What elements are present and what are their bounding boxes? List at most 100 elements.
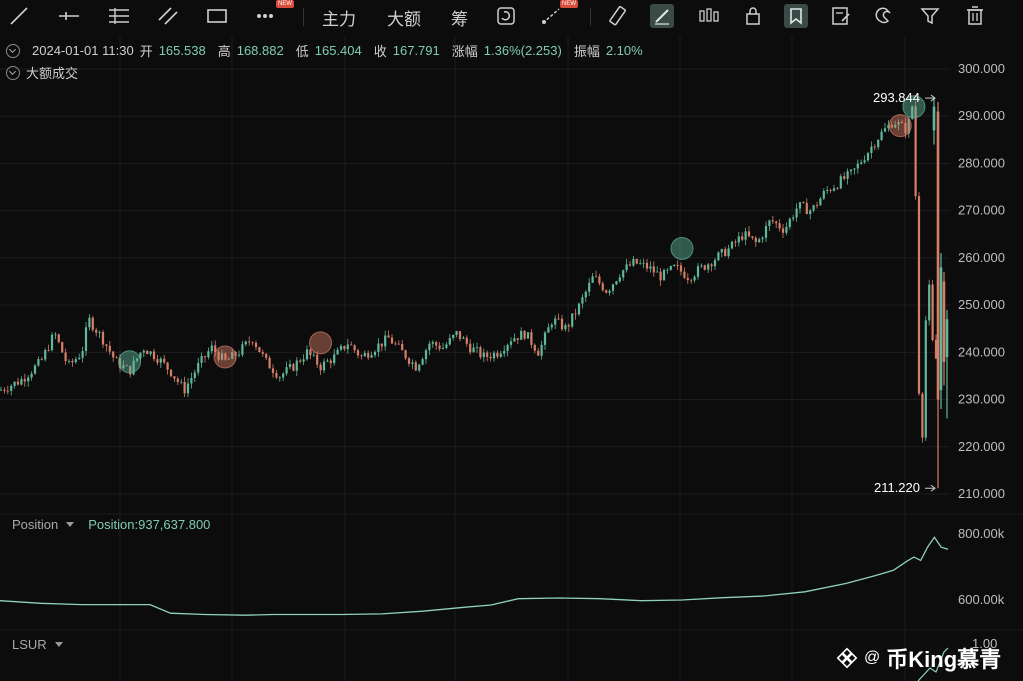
open-label: 开 bbox=[139, 44, 153, 59]
candle-body bbox=[530, 332, 533, 345]
candle-body bbox=[598, 276, 601, 284]
candle-body bbox=[550, 324, 553, 328]
candle-body bbox=[591, 276, 594, 283]
candle-body bbox=[649, 266, 652, 269]
candle-body bbox=[839, 176, 842, 189]
candle-body bbox=[615, 281, 618, 285]
watermark-text: 币King慕青 bbox=[886, 647, 1002, 672]
candle-body bbox=[713, 260, 717, 267]
candle-body bbox=[441, 347, 445, 349]
candle-body bbox=[877, 139, 880, 148]
candle-body bbox=[367, 353, 370, 358]
candle-body bbox=[686, 277, 689, 280]
collapse-chevron-icon[interactable] bbox=[6, 43, 20, 58]
candle-body bbox=[445, 344, 448, 348]
candle-body bbox=[84, 327, 88, 352]
candle-body bbox=[67, 360, 71, 362]
candle-body bbox=[401, 343, 404, 351]
candle-body bbox=[377, 343, 380, 352]
open-value: 165.538 bbox=[158, 43, 206, 58]
candle-body bbox=[186, 383, 190, 394]
candle-body bbox=[567, 325, 570, 327]
candle-body bbox=[503, 350, 506, 354]
candle-body bbox=[309, 349, 312, 356]
candle-body bbox=[333, 354, 336, 364]
candle-body bbox=[727, 248, 730, 257]
candle-body bbox=[475, 347, 479, 349]
dropdown-caret-icon[interactable] bbox=[54, 642, 63, 647]
candle-body bbox=[809, 210, 812, 215]
candle-body bbox=[792, 217, 795, 219]
candle-body bbox=[656, 271, 659, 273]
candle-body bbox=[516, 338, 519, 340]
collapse-chevron-icon[interactable] bbox=[6, 65, 20, 80]
candle-body bbox=[581, 297, 584, 304]
price-tick-label: 220.000 bbox=[958, 439, 1005, 454]
candle-body bbox=[384, 335, 387, 347]
dropdown-caret-icon[interactable] bbox=[66, 522, 75, 527]
candle-body bbox=[932, 106, 936, 131]
candle-body bbox=[547, 327, 550, 333]
candle-body bbox=[628, 264, 632, 266]
candle-body bbox=[819, 198, 822, 206]
candle-body bbox=[339, 345, 343, 350]
candle-body bbox=[761, 237, 764, 240]
candle-body bbox=[526, 332, 530, 339]
candlestick-chart[interactable]: 300.000 290.000 280.000 270.000 260.000 250.0… bbox=[0, 0, 1023, 681]
candle-body bbox=[47, 350, 50, 351]
candle-body bbox=[418, 364, 421, 371]
candle-body bbox=[533, 344, 536, 351]
candle-body bbox=[710, 264, 713, 267]
candle-body bbox=[421, 359, 424, 365]
candle-body bbox=[299, 360, 302, 362]
candle-body bbox=[146, 350, 149, 355]
candle-body bbox=[431, 342, 434, 344]
candle-body bbox=[537, 350, 540, 356]
close-value: 167.791 bbox=[392, 43, 440, 58]
large-trade-marker bbox=[118, 350, 142, 374]
candle-body bbox=[78, 357, 81, 360]
candle-body bbox=[275, 372, 278, 378]
candle-body bbox=[717, 252, 720, 261]
candle-body bbox=[271, 368, 275, 373]
candle-body bbox=[625, 264, 628, 271]
candle-body bbox=[23, 379, 26, 382]
candle-body bbox=[10, 385, 13, 391]
candle-body bbox=[16, 381, 20, 385]
candle-body bbox=[812, 205, 815, 211]
candle-body bbox=[370, 355, 373, 358]
candle-body bbox=[428, 343, 431, 351]
candle-body bbox=[584, 291, 587, 298]
candle-body bbox=[788, 218, 791, 227]
candle-body bbox=[939, 267, 943, 391]
candle-body bbox=[945, 319, 949, 358]
position-value: Position:937,637.800 bbox=[88, 517, 211, 532]
candle-body bbox=[3, 389, 6, 391]
candle-body bbox=[605, 290, 608, 293]
position-pane-name[interactable]: Position bbox=[12, 517, 58, 532]
candle-body bbox=[163, 358, 166, 363]
candle-body bbox=[6, 390, 9, 392]
candle-body bbox=[574, 313, 577, 315]
candle-body bbox=[353, 345, 356, 351]
candle-body bbox=[771, 220, 774, 222]
lsur-pane-name[interactable]: LSUR bbox=[12, 637, 47, 652]
candle-body bbox=[197, 362, 200, 373]
big-trade-indicator[interactable]: 大额成交 bbox=[6, 63, 78, 82]
candle-body bbox=[452, 334, 455, 338]
price-tick-label: 250.000 bbox=[958, 297, 1005, 312]
candle-body bbox=[639, 263, 642, 265]
candle-body bbox=[785, 226, 788, 233]
candle-body bbox=[662, 270, 666, 281]
candle-body bbox=[914, 106, 917, 197]
candle-body bbox=[482, 352, 485, 358]
position-tick-label: 600.00k bbox=[958, 592, 1005, 607]
candle-body bbox=[486, 352, 489, 357]
candle-body bbox=[492, 352, 496, 359]
candle-body bbox=[142, 350, 145, 353]
candle-body bbox=[305, 349, 309, 360]
candle-body bbox=[917, 196, 921, 394]
candle-body bbox=[360, 355, 363, 357]
candle-body bbox=[805, 202, 808, 215]
candle-body bbox=[387, 335, 390, 338]
